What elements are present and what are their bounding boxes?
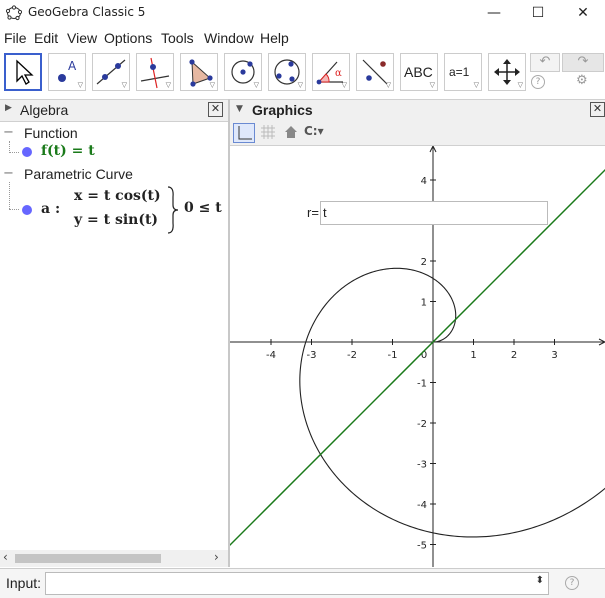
close-graphics-icon[interactable]: ✕ bbox=[590, 102, 605, 117]
curve-y-equation[interactable]: y = t sin(t) bbox=[74, 212, 158, 228]
x-tick-label: -1 bbox=[388, 350, 398, 361]
maximize-button[interactable]: ☐ bbox=[515, 0, 561, 26]
point-capture-dropdown-icon[interactable]: C:▾ bbox=[304, 124, 324, 138]
menu-window[interactable]: Window bbox=[204, 30, 254, 46]
window-title: GeoGebra Classic 5 bbox=[28, 5, 146, 19]
y-tick-label: -3 bbox=[417, 460, 427, 471]
axes-toggle-icon[interactable] bbox=[233, 123, 255, 143]
curve-visibility-toggle[interactable] bbox=[22, 205, 32, 215]
menu-help[interactable]: Help bbox=[260, 30, 289, 46]
curve-name[interactable]: a : bbox=[41, 201, 60, 217]
curve-parameter-range[interactable]: 0 ≤ t bbox=[184, 200, 222, 216]
svg-text:A: A bbox=[68, 59, 77, 73]
menu-options[interactable]: Options bbox=[104, 30, 152, 46]
input-field[interactable]: ⬍ bbox=[45, 572, 549, 595]
close-button[interactable]: ✕ bbox=[560, 0, 605, 26]
perpendicular-line-tool-button[interactable]: ▽ bbox=[136, 53, 174, 91]
move-tool-button[interactable] bbox=[4, 53, 42, 91]
line-tool-button[interactable]: ▽ bbox=[92, 53, 130, 91]
collapse-function-icon[interactable]: − bbox=[3, 125, 14, 140]
y-tick-label: -5 bbox=[417, 541, 427, 552]
home-icon[interactable] bbox=[283, 124, 299, 144]
move-graphics-tool-button[interactable]: ▽ bbox=[488, 53, 526, 91]
scroll-right-icon[interactable]: › bbox=[214, 550, 219, 564]
y-tick-label: -2 bbox=[417, 419, 427, 430]
menu-edit[interactable]: Edit bbox=[34, 30, 58, 46]
slider-tool-label: a=1 bbox=[449, 65, 470, 79]
y-tick-label: -1 bbox=[417, 379, 427, 390]
collapse-curve-icon[interactable]: − bbox=[3, 166, 14, 181]
slider-tool-button[interactable]: a=1 ▽ bbox=[444, 53, 482, 91]
angle-tool-button[interactable]: α ▽ bbox=[312, 53, 350, 91]
x-tick-label: -2 bbox=[347, 350, 357, 361]
y-tick-label: 2 bbox=[421, 257, 427, 268]
input-history-updown-icon[interactable]: ⬍ bbox=[536, 575, 544, 586]
function-definition[interactable]: f(t) = t bbox=[41, 143, 95, 159]
menu-file[interactable]: File bbox=[4, 30, 27, 46]
input-box-label: r= bbox=[307, 205, 319, 220]
polygon-tool-button[interactable]: ▽ bbox=[180, 53, 218, 91]
algebra-title: Algebra bbox=[20, 102, 69, 118]
curve-x-equation[interactable]: x = t cos(t) bbox=[74, 188, 161, 204]
x-tick-label: 1 bbox=[470, 350, 476, 361]
graphics-view-header: ▼ Graphics ✕ bbox=[230, 99, 605, 122]
circle-center-point-tool-button[interactable]: ▽ bbox=[224, 53, 262, 91]
y-tick-label: 1 bbox=[421, 298, 427, 309]
function-visibility-toggle[interactable] bbox=[22, 147, 32, 157]
point-tool-button[interactable]: A ▽ bbox=[48, 53, 86, 91]
graphics-title: Graphics bbox=[252, 102, 313, 118]
algebra-view-header: ▶ Algebra ✕ bbox=[0, 99, 229, 122]
reflect-tool-button[interactable]: ▽ bbox=[356, 53, 394, 91]
undo-button[interactable]: ↶ bbox=[530, 53, 560, 72]
tree-line bbox=[9, 182, 11, 209]
x-tick-label: 3 bbox=[551, 350, 557, 361]
close-algebra-icon[interactable]: ✕ bbox=[208, 102, 223, 117]
function-group-label: Function bbox=[24, 125, 78, 141]
parametric-curve-a[interactable] bbox=[299, 267, 605, 538]
input-label: Input: bbox=[6, 575, 42, 591]
algebra-view: − Function f(t) = t − Parametric Curve a… bbox=[0, 121, 228, 550]
input-bar: Input: ⬍ ? bbox=[0, 568, 605, 598]
y-tick-label: -4 bbox=[417, 500, 427, 511]
redo-button[interactable]: ↷ bbox=[562, 53, 604, 72]
text-tool-label: ABC bbox=[404, 64, 433, 80]
brace-icon bbox=[167, 186, 179, 234]
graphics-style-bar: C:▾ bbox=[230, 121, 605, 146]
x-tick-label: -4 bbox=[266, 350, 276, 361]
minimize-button[interactable]: — bbox=[471, 0, 517, 26]
input-box-field[interactable]: t bbox=[320, 201, 548, 225]
circle-three-points-tool-button[interactable]: ▽ bbox=[268, 53, 306, 91]
input-help-icon[interactable]: ? bbox=[565, 576, 579, 590]
help-icon[interactable]: ? bbox=[531, 75, 545, 89]
tree-line bbox=[9, 209, 19, 211]
grid-toggle-icon[interactable] bbox=[260, 124, 276, 144]
x-tick-label: 2 bbox=[511, 350, 517, 361]
title-bar: GeoGebra Classic 5 — ☐ ✕ bbox=[0, 0, 605, 26]
geogebra-logo-icon bbox=[6, 5, 22, 21]
collapse-triangle-icon[interactable]: ▶ bbox=[5, 103, 12, 113]
y-tick-label: 4 bbox=[421, 176, 427, 187]
x-tick-label: -3 bbox=[307, 350, 317, 361]
menu-tools[interactable]: Tools bbox=[161, 30, 194, 46]
arrow-cursor-icon bbox=[16, 59, 34, 85]
input-box-value[interactable]: t bbox=[323, 205, 327, 220]
tree-line bbox=[9, 152, 19, 154]
svg-text:α: α bbox=[335, 68, 342, 79]
text-tool-button[interactable]: ABC ▽ bbox=[400, 53, 438, 91]
curve-group-label: Parametric Curve bbox=[24, 166, 133, 182]
expand-triangle-icon[interactable]: ▼ bbox=[236, 104, 243, 114]
toolbar: A ▽ ▽ ▽ ▽ ▽ ▽ α ▽ ▽ ABC ▽ a=1 ▽ ▽ ↶ ↷ ? bbox=[0, 49, 605, 95]
graphics-view[interactable]: -4-3-2-101234321-1-2-3-4-5 r= t bbox=[189, 144, 605, 586]
scrollbar-thumb[interactable] bbox=[15, 554, 161, 563]
menu-bar: File Edit View Options Tools Window Help bbox=[0, 27, 605, 49]
settings-gear-icon[interactable]: ⚙ bbox=[576, 73, 588, 88]
algebra-horizontal-scrollbar[interactable]: ‹ › bbox=[0, 550, 228, 567]
scroll-left-icon[interactable]: ‹ bbox=[3, 550, 8, 564]
menu-view[interactable]: View bbox=[67, 30, 97, 46]
